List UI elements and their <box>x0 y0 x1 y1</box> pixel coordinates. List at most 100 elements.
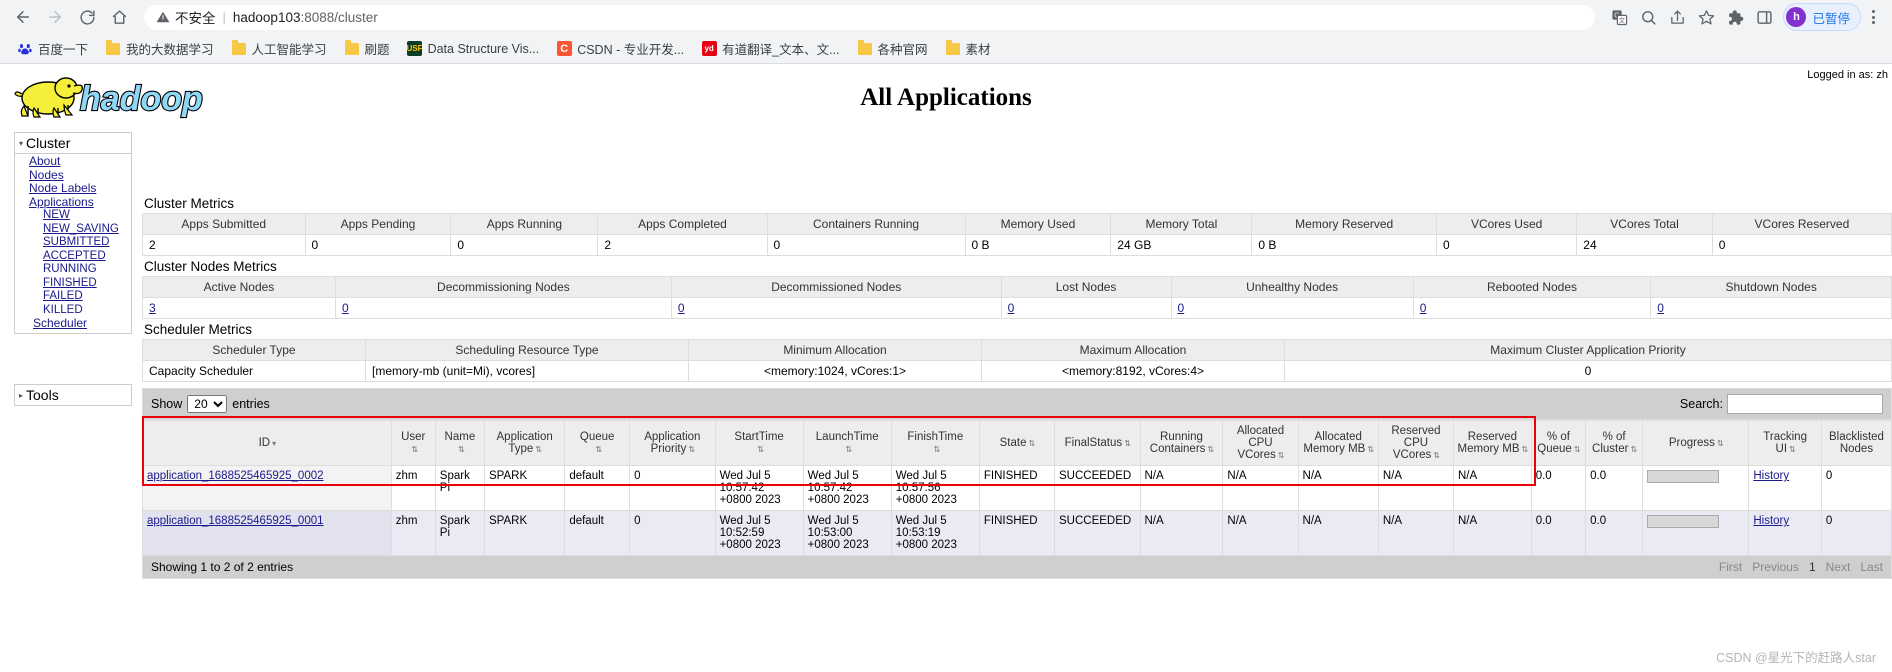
column-header-finalstatus[interactable]: FinalStatus ⇅ <box>1054 420 1141 466</box>
folder-icon <box>945 40 961 57</box>
column-header-user[interactable]: User ⇅ <box>390 420 436 466</box>
sort-icon: ⇅ <box>1630 445 1637 454</box>
column-header-queue[interactable]: Queue ⇅ <box>564 420 631 466</box>
sidebar-item-accepted[interactable]: ACCEPTED <box>15 250 131 264</box>
bookmark-label: 素材 <box>965 43 991 57</box>
max-app-priority-value: 0 <box>1284 360 1892 382</box>
bookmark-item[interactable]: 素材 <box>938 36 998 61</box>
bookmark-item[interactable]: 我的大数据学习 <box>98 36 221 61</box>
application-type-cell: SPARK <box>483 510 566 556</box>
sort-icon: ⇅ <box>595 445 602 454</box>
decommissioning-nodes-link[interactable]: 0 <box>342 301 349 315</box>
sidebar-item-applications[interactable]: Applications <box>15 195 131 210</box>
sidebar-item-killed[interactable]: KILLED <box>15 304 131 318</box>
tracking-ui-link[interactable]: History <box>1753 470 1789 482</box>
sidebar-item-new-saving[interactable]: NEW_SAVING <box>15 223 131 237</box>
forward-arrow-icon[interactable] <box>40 2 70 32</box>
column-header-tracking-ui[interactable]: Tracking UI ⇅ <box>1748 420 1822 466</box>
search-control: Search: <box>1680 394 1883 414</box>
bookmark-item[interactable]: 刷题 <box>337 36 397 61</box>
unhealthy-nodes-link[interactable]: 0 <box>1178 301 1185 315</box>
tracking-ui-link[interactable]: History <box>1753 515 1789 527</box>
column-header: Active Nodes <box>142 276 336 298</box>
sidebar-item-about[interactable]: About <box>15 154 131 169</box>
back-arrow-icon[interactable] <box>8 2 38 32</box>
entries-per-page-select[interactable]: 20 <box>187 395 228 413</box>
address-bar[interactable]: 不安全 | hadoop103:8088/cluster <box>144 4 1596 30</box>
sidebar-item-finished[interactable]: FINISHED <box>15 277 131 291</box>
bookmark-item[interactable]: yd 有道翻译_文本、文... <box>694 36 846 61</box>
zoom-out-icon[interactable] <box>1634 3 1662 31</box>
bookmark-item[interactable]: 人工智能学习 <box>224 36 334 61</box>
search-input[interactable] <box>1727 394 1883 414</box>
pager-first[interactable]: First <box>1719 560 1742 574</box>
pager-previous[interactable]: Previous <box>1752 560 1799 574</box>
pct-queue-cell: 0.0 <box>1530 465 1587 511</box>
sidebar-item-failed[interactable]: FAILED <box>15 290 131 304</box>
lost-nodes-link[interactable]: 0 <box>1008 301 1015 315</box>
pager-last[interactable]: Last <box>1860 560 1883 574</box>
column-header: Scheduling Resource Type <box>365 339 689 361</box>
shutdown-nodes-link[interactable]: 0 <box>1657 301 1664 315</box>
sort-icon: ⇅ <box>411 445 418 454</box>
column-header-id[interactable]: ID ▾ <box>142 420 392 466</box>
column-header: Apps Submitted <box>142 213 306 235</box>
sidebar-tools-header[interactable]: ▸ Tools <box>15 385 131 405</box>
column-header-reserved-cpu-vcores[interactable]: Reserved CPU VCores ⇅ <box>1377 420 1455 466</box>
bookmark-item[interactable]: USF Data Structure Vis... <box>400 38 547 60</box>
cluster-metrics-table: Apps Submitted Apps Pending Apps Running… <box>142 213 1892 256</box>
column-header-pct-cluster[interactable]: % of Cluster ⇅ <box>1585 420 1644 466</box>
sidebar-item-scheduler[interactable]: Scheduler <box>15 316 131 331</box>
table-row[interactable]: application_1688525465925_0002 zhm Spark… <box>142 465 1892 511</box>
reload-icon[interactable] <box>72 2 102 32</box>
sidebar-item-node-labels[interactable]: Node Labels <box>15 181 131 196</box>
chrome-menu-icon[interactable] <box>1862 3 1884 31</box>
active-nodes-link[interactable]: 3 <box>149 301 156 315</box>
table-row[interactable]: application_1688525465925_0001 zhm Spark… <box>142 510 1892 556</box>
metric-value: 0 <box>334 297 672 319</box>
csdn-icon: C <box>556 41 572 57</box>
bookmark-item[interactable]: 各种官网 <box>850 36 935 61</box>
progress-bar <box>1647 515 1720 528</box>
table-header-row: ID ▾ User ⇅ Name ⇅ Application Type ⇅ Queue ⇅… <box>142 420 1892 466</box>
column-header-finishtime[interactable]: FinishTime ⇅ <box>890 420 980 466</box>
home-icon[interactable] <box>104 2 134 32</box>
avatar: h <box>1786 7 1807 27</box>
decommissioned-nodes-link[interactable]: 0 <box>678 301 685 315</box>
column-header-application-type[interactable]: Application Type ⇅ <box>483 420 566 466</box>
column-header-progress[interactable]: Progress ⇅ <box>1642 420 1750 466</box>
column-header-running-containers[interactable]: Running Containers ⇅ <box>1139 420 1224 466</box>
column-header-launchtime[interactable]: LaunchTime ⇅ <box>802 420 892 466</box>
column-header-name[interactable]: Name ⇅ <box>434 420 486 466</box>
column-header-reserved-memory-mb[interactable]: Reserved Memory MB ⇅ <box>1453 420 1532 466</box>
sidebar-item-new[interactable]: NEW <box>15 209 131 223</box>
translate-icon[interactable]: G文 <box>1605 3 1633 31</box>
pager-next[interactable]: Next <box>1826 560 1851 574</box>
share-icon[interactable] <box>1663 3 1691 31</box>
side-panel-icon[interactable] <box>1750 3 1778 31</box>
column-header-allocated-memory-mb[interactable]: Allocated Memory MB ⇅ <box>1297 420 1379 466</box>
state-cell: FINISHED <box>978 510 1056 556</box>
column-header-application-priority[interactable]: Application Priority ⇅ <box>629 420 716 466</box>
sidebar-item-nodes[interactable]: Nodes <box>15 168 131 183</box>
rebooted-nodes-link[interactable]: 0 <box>1420 301 1427 315</box>
column-header-starttime[interactable]: StartTime ⇅ <box>714 420 804 466</box>
application-id-link[interactable]: application_1688525465925_0002 <box>147 470 324 482</box>
profile-button[interactable]: h 已暂停 <box>1783 3 1861 31</box>
bookmark-star-icon[interactable] <box>1692 3 1720 31</box>
sidebar-cluster-header[interactable]: ▾ Cluster <box>15 133 131 154</box>
sidebar-item-running[interactable]: RUNNING <box>15 263 131 277</box>
bookmark-item[interactable]: C CSDN - 专业开发... <box>549 36 691 61</box>
column-header-blacklisted-nodes[interactable]: Blacklisted Nodes <box>1820 420 1892 466</box>
sidebar-item-submitted[interactable]: SUBMITTED <box>15 236 131 250</box>
finalstatus-cell: SUCCEEDED <box>1054 465 1141 511</box>
column-header-pct-queue[interactable]: % of Queue ⇅ <box>1530 420 1587 466</box>
column-header-state[interactable]: State ⇅ <box>978 420 1056 466</box>
sidebar-tools[interactable]: ▸ Tools <box>14 384 132 406</box>
bookmark-item[interactable]: 百度一下 <box>10 36 95 61</box>
application-id-link[interactable]: application_1688525465925_0001 <box>147 515 324 527</box>
extensions-icon[interactable] <box>1721 3 1749 31</box>
column-header-allocated-cpu-vcores[interactable]: Allocated CPU VCores ⇅ <box>1222 420 1299 466</box>
folder-icon <box>857 40 873 57</box>
pager-page-1[interactable]: 1 <box>1809 560 1816 574</box>
